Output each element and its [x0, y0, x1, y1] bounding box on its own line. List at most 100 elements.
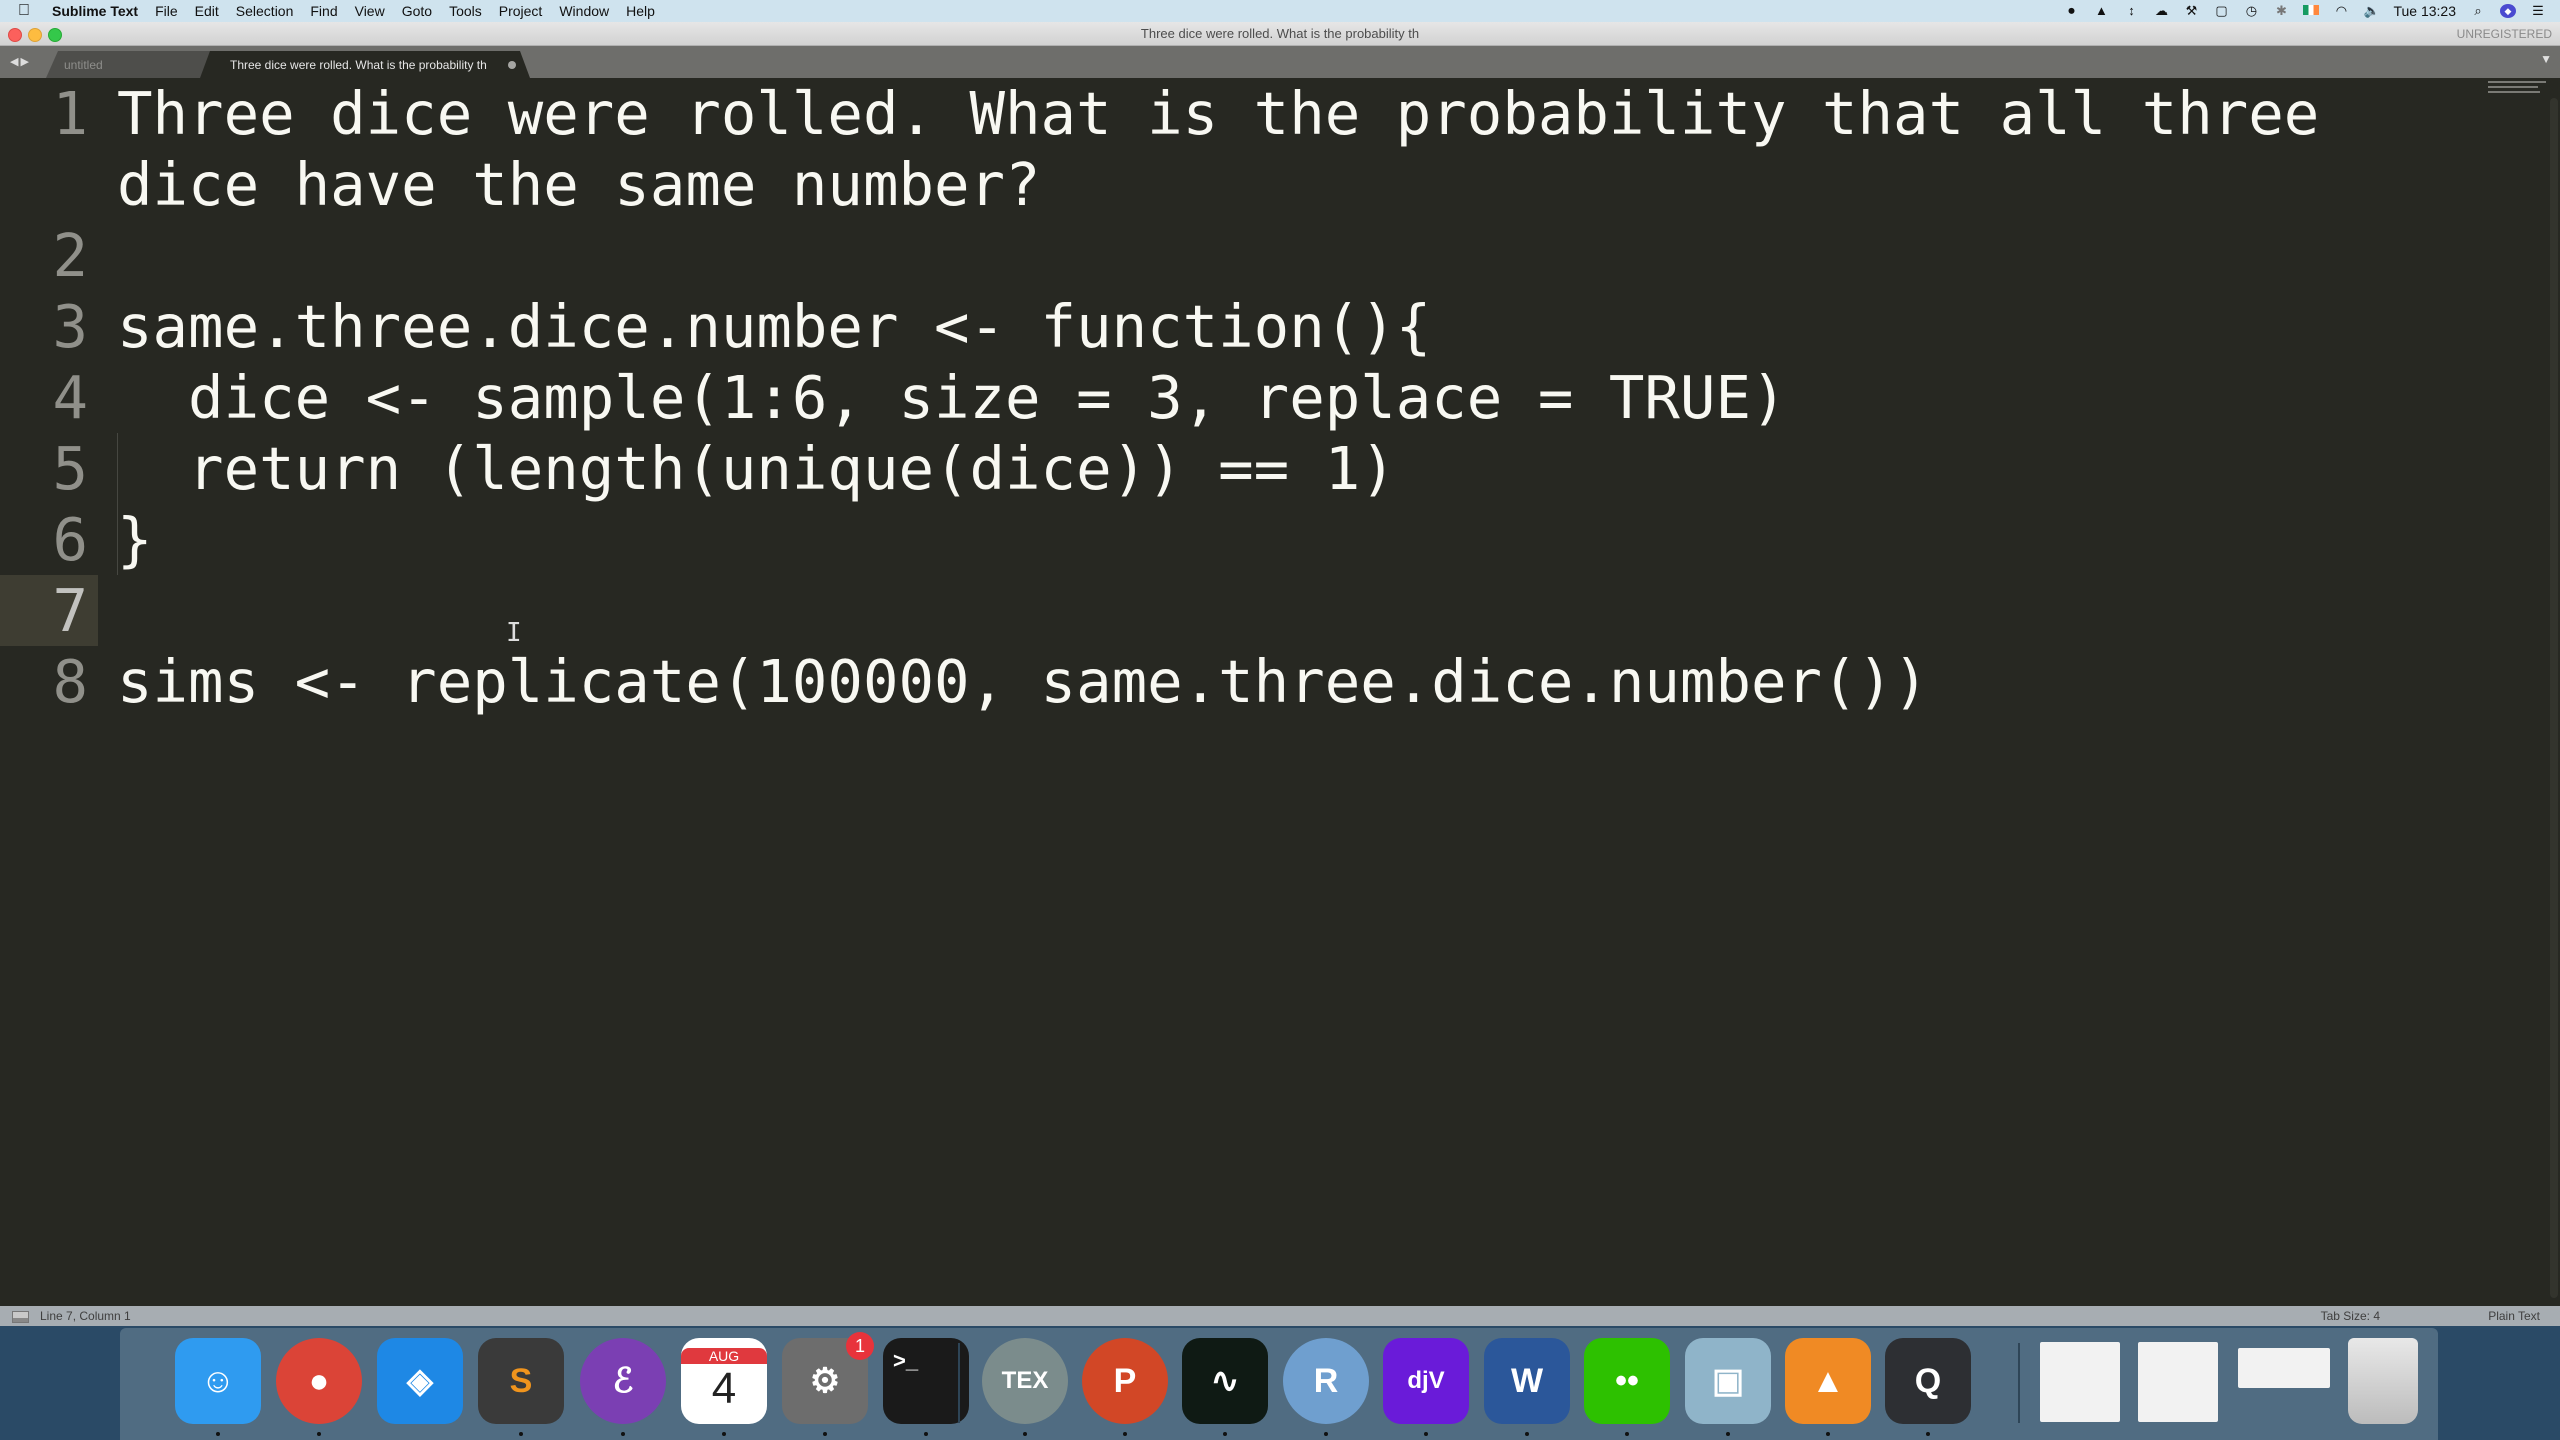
emacs-icon[interactable]: ℰ — [580, 1338, 666, 1436]
tab-list-dropdown-icon[interactable]: ▼ — [2540, 52, 2552, 66]
volume-icon[interactable]: 🔈 — [2363, 4, 2379, 18]
line-number: 4 — [52, 363, 88, 432]
line-number: 8 — [52, 647, 88, 716]
menu-tools[interactable]: Tools — [449, 3, 482, 19]
document-icon[interactable] — [2040, 1342, 2120, 1422]
ibeam-cursor-icon: I — [506, 618, 522, 648]
menu-project[interactable]: Project — [499, 3, 543, 19]
calendar-day: 4 — [711, 1364, 737, 1413]
menu-file[interactable]: File — [155, 3, 178, 19]
menu-view[interactable]: View — [355, 3, 385, 19]
dock-separator — [2018, 1343, 2020, 1423]
cursor-position: Line 7, Column 1 — [40, 1309, 131, 1323]
terminal-icon[interactable]: >_ — [883, 1338, 969, 1436]
code-line[interactable]: same.three.dice.number <- function(){ — [117, 291, 2430, 362]
syntax-selector[interactable]: Plain Text — [2488, 1309, 2540, 1323]
tex-icon[interactable]: TEX — [982, 1338, 1068, 1436]
code-line[interactable]: dice <- sample(1:6, size = 3, replace = … — [117, 362, 2430, 433]
line-number: 6 — [52, 505, 88, 574]
running-indicator — [1324, 1432, 1328, 1436]
menu-edit[interactable]: Edit — [195, 3, 219, 19]
word-icon[interactable]: W — [1484, 1338, 1570, 1436]
sublime-icon[interactable]: S — [478, 1338, 564, 1436]
djvu-icon[interactable]: djV — [1383, 1338, 1469, 1436]
r-icon[interactable]: R — [1283, 1338, 1369, 1436]
hammer-icon[interactable]: ⚒ — [2183, 4, 2199, 18]
wechat-icon[interactable]: •• — [1584, 1338, 1670, 1436]
editor[interactable]: 1 2 3 4 5 6 7 8 Three dice were rolled. … — [0, 78, 2560, 1306]
running-indicator — [1726, 1432, 1730, 1436]
minimap[interactable] — [2488, 78, 2548, 108]
trash-icon[interactable] — [2348, 1338, 2418, 1424]
code-line[interactable]: return (length(unique(dice)) == 1) — [117, 433, 2430, 504]
code-line[interactable]: dice have the same number? — [117, 149, 2430, 220]
code-line[interactable] — [117, 220, 2430, 291]
clock[interactable]: Tue 13:23 — [2393, 3, 2456, 19]
menu-selection[interactable]: Selection — [236, 3, 294, 19]
safari-icon[interactable]: ◈ — [377, 1338, 463, 1424]
dock-separator — [958, 1343, 960, 1423]
running-indicator — [1424, 1432, 1428, 1436]
code-area[interactable]: Three dice were rolled. What is the prob… — [117, 78, 2430, 717]
code-line-current[interactable] — [117, 575, 2430, 646]
document-icon[interactable] — [2138, 1342, 2218, 1422]
line-number: 5 — [52, 434, 88, 503]
window-icon[interactable] — [2238, 1348, 2330, 1388]
preview-icon[interactable]: ▣ — [1685, 1338, 1771, 1436]
menu-app-name[interactable]: Sublime Text — [52, 3, 138, 19]
tab-nav-arrows-icon[interactable]: ◀▶ — [10, 55, 31, 68]
bluetooth-icon[interactable]: ✱ — [2273, 4, 2289, 18]
menu-find[interactable]: Find — [310, 3, 337, 19]
apple-icon[interactable]:  — [18, 2, 40, 20]
time-machine-icon[interactable]: ◷ — [2243, 4, 2259, 18]
quicktime-icon[interactable]: Q — [1885, 1338, 1971, 1436]
vlc-icon[interactable]: ▲ — [2093, 4, 2109, 18]
search-icon[interactable]: ⌕ — [2470, 4, 2486, 18]
notification-badge: 1 — [846, 1332, 874, 1360]
tab-size-selector[interactable]: Tab Size: 4 — [2321, 1309, 2380, 1323]
window-titlebar: Three dice were rolled. What is the prob… — [0, 22, 2560, 46]
wechat-icon[interactable]: ☁ — [2153, 4, 2169, 18]
running-indicator — [317, 1432, 321, 1436]
calendar-icon[interactable]: AUG 4 — [681, 1338, 767, 1436]
status-bar: Line 7, Column 1 Tab Size: 4 Plain Text — [0, 1306, 2560, 1326]
running-indicator — [1625, 1432, 1629, 1436]
gear-icon[interactable]: ⚙ 1 — [782, 1332, 874, 1436]
running-indicator — [1926, 1432, 1930, 1436]
running-indicator — [216, 1432, 220, 1436]
running-indicator — [519, 1432, 523, 1436]
panel-toggle-icon[interactable] — [12, 1311, 29, 1323]
tab-active-document[interactable]: Three dice were rolled. What is the prob… — [200, 51, 530, 78]
scroll-icon[interactable]: ↕ — [2123, 4, 2139, 18]
menu-goto[interactable]: Goto — [402, 3, 432, 19]
menu-help[interactable]: Help — [626, 3, 655, 19]
finder-icon[interactable]: ☺ — [175, 1338, 261, 1436]
unsaved-dot-icon[interactable] — [508, 61, 516, 69]
powerpoint-icon[interactable]: P — [1082, 1338, 1168, 1436]
code-line[interactable]: } — [117, 504, 2430, 575]
tablet-icon[interactable]: ▢ — [2213, 4, 2229, 18]
wifi-icon[interactable]: ◠ — [2333, 4, 2349, 18]
code-line[interactable]: Three dice were rolled. What is the prob… — [117, 78, 2430, 149]
line-number: 1 — [52, 79, 88, 148]
running-indicator — [924, 1432, 928, 1436]
vlc-icon[interactable]: ▲ — [1785, 1338, 1871, 1436]
calendar-month: AUG — [681, 1348, 767, 1364]
record-icon[interactable]: ⏺ — [2063, 4, 2079, 18]
code-line[interactable]: sims <- replicate(100000, same.three.dic… — [117, 646, 2430, 717]
running-indicator — [1223, 1432, 1227, 1436]
activity-monitor-icon[interactable]: ∿ — [1182, 1338, 1268, 1436]
chrome-icon[interactable]: ● — [276, 1338, 362, 1436]
vertical-scrollbar[interactable] — [2550, 98, 2558, 1298]
siri-icon[interactable]: ◆ — [2500, 4, 2516, 18]
running-indicator — [621, 1432, 625, 1436]
ireland-flag-icon[interactable] — [2303, 4, 2320, 18]
tab-label: Three dice were rolled. What is the prob… — [230, 57, 487, 72]
tab-label: untitled — [64, 57, 103, 72]
unregistered-label: UNREGISTERED — [2456, 27, 2552, 41]
running-indicator — [722, 1432, 726, 1436]
dock: ☺ ● ◈ S ℰ AUG 4 ⚙ 1 >_ TEX P ∿ RdjV W •• ▣ ▲ Q — [120, 1328, 2438, 1440]
line-number-wrap — [0, 149, 98, 220]
list-icon[interactable]: ☰ — [2530, 4, 2546, 18]
menu-window[interactable]: Window — [559, 3, 609, 19]
